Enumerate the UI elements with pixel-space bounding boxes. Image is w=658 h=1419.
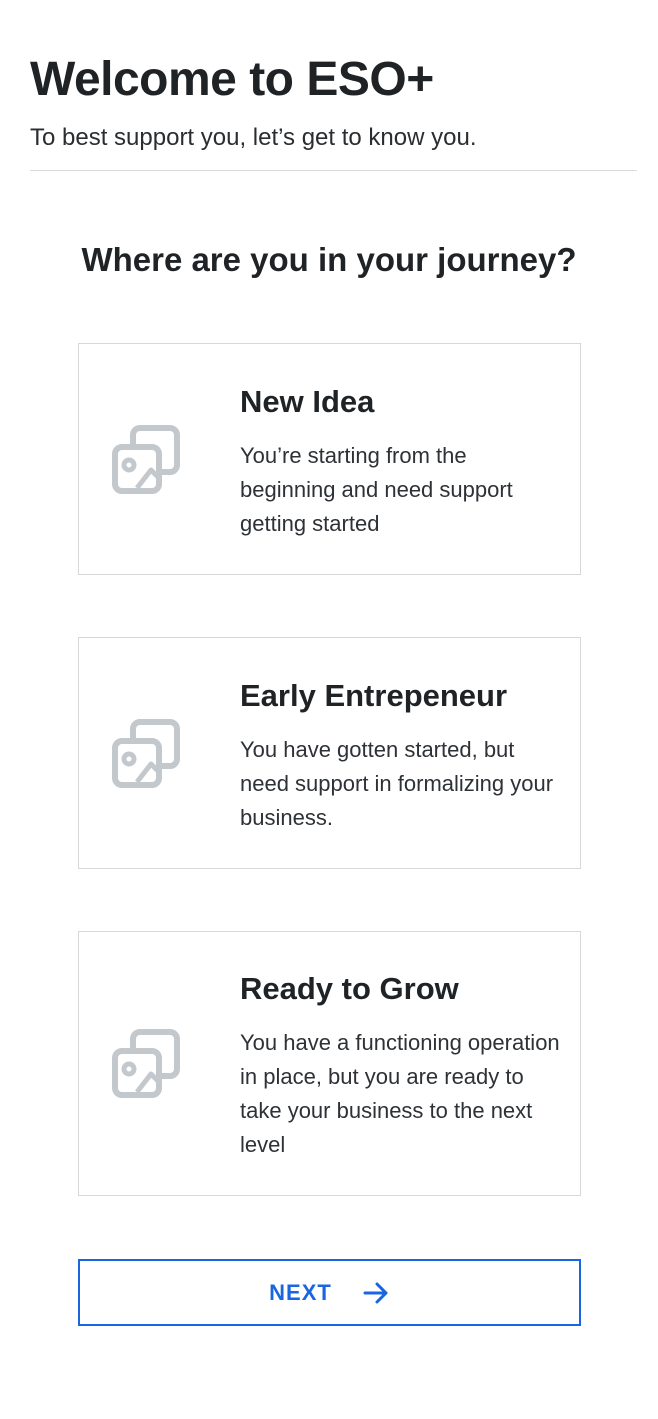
header-divider — [30, 170, 637, 171]
option-card-early-entrepreneur[interactable]: Early Entrepeneur You have gotten starte… — [78, 637, 581, 869]
journey-question: Where are you in your journey? — [81, 241, 577, 278]
onboarding-page: Welcome to ESO+ To best support you, let… — [0, 0, 658, 1419]
option-title: Early Entrepeneur — [240, 678, 508, 713]
page-subtitle: To best support you, let’s get to know y… — [30, 124, 477, 151]
option-title: Ready to Grow — [240, 971, 459, 1006]
option-card-new-idea[interactable]: New Idea You’re starting from the beginn… — [78, 343, 581, 575]
option-text: New Idea You’re starting from the beginn… — [240, 382, 562, 541]
option-card-ready-to-grow[interactable]: Ready to Grow You have a functioning ope… — [78, 931, 581, 1196]
image-placeholder-icon — [112, 1029, 180, 1098]
next-button[interactable]: NEXT — [78, 1259, 581, 1326]
option-description: You have a functioning operation in plac… — [240, 1030, 560, 1157]
arrow-right-icon — [363, 1282, 388, 1303]
option-text: Early Entrepeneur You have gotten starte… — [240, 676, 562, 835]
image-placeholder-icon — [112, 425, 180, 494]
option-description: You have gotten started, but need suppor… — [240, 737, 554, 830]
option-title: New Idea — [240, 384, 375, 419]
page-header: Welcome to ESO+ To best support you, let… — [30, 50, 637, 154]
option-description: You’re starting from the beginning and n… — [240, 443, 513, 536]
next-button-label: NEXT — [269, 1279, 332, 1305]
option-text: Ready to Grow You have a functioning ope… — [240, 969, 562, 1162]
image-placeholder-icon — [112, 719, 180, 788]
page-title: Welcome to ESO+ — [30, 53, 434, 106]
